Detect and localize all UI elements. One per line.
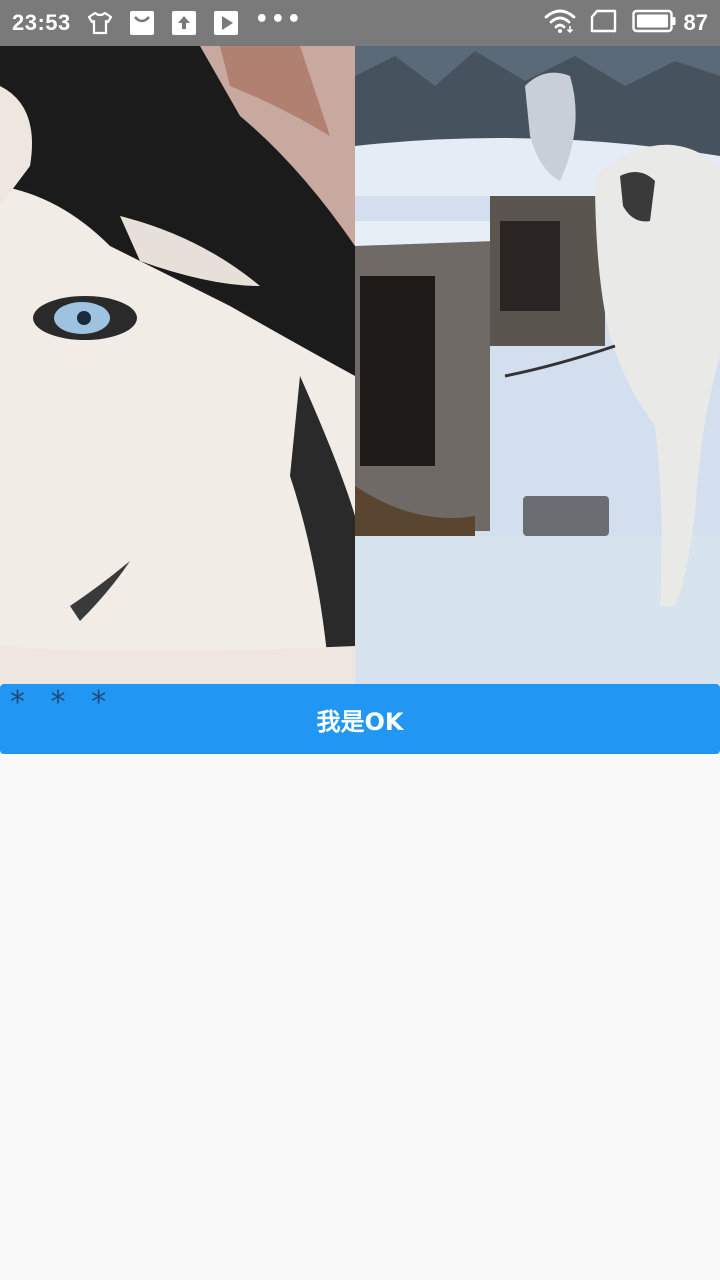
upload-icon <box>171 10 197 36</box>
more-notifications-icon: ••• <box>254 7 303 32</box>
husky-snow-image <box>355 46 720 684</box>
rating-stars: * * * <box>10 685 115 720</box>
system-icons: 87 <box>544 8 708 38</box>
battery-icon <box>631 9 676 37</box>
tshirt-icon <box>87 10 113 36</box>
image-gallery <box>0 46 720 684</box>
husky-closeup-image <box>0 46 355 684</box>
shopping-bag-icon <box>129 10 155 36</box>
status-time: 23:53 <box>12 10 71 35</box>
ok-button-label: 我是OK <box>316 707 404 736</box>
content-area <box>0 754 720 1280</box>
play-icon <box>213 10 239 36</box>
sim-card-icon <box>590 9 618 37</box>
status-bar: 23:53 ••• 87 <box>0 0 720 46</box>
notification-icons: ••• <box>87 7 303 36</box>
battery-level: 87 <box>683 10 708 35</box>
wifi-icon <box>544 8 576 38</box>
